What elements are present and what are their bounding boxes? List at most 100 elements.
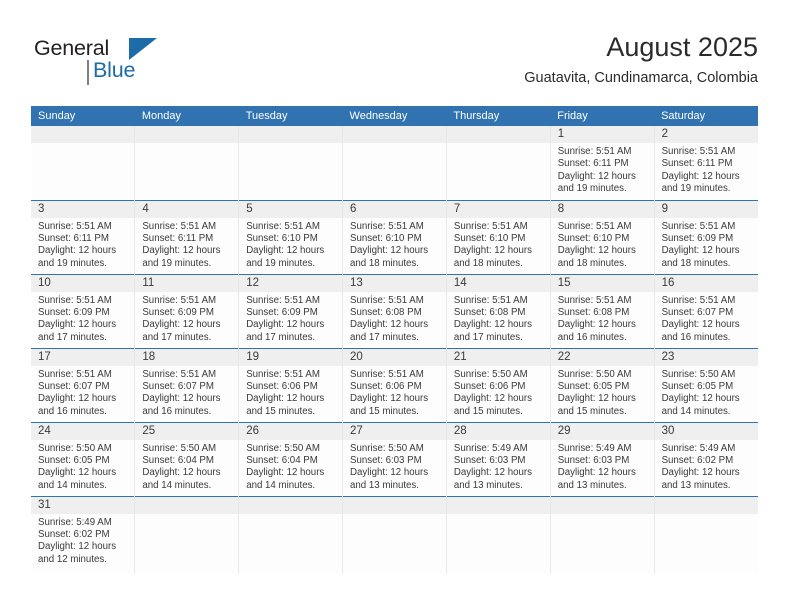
sunset-text: Sunset: 6:03 PM (557, 454, 630, 466)
calendar-day-cell[interactable]: 24 Sunrise: 5:50 AM Sunset: 6:05 PM Dayligh… (31, 421, 135, 496)
calendar-day-cell[interactable]: 29 Sunrise: 5:49 AM Sunset: 6:03 PM Dayligh… (549, 421, 655, 496)
calendar-day-cell[interactable]: 18 Sunrise: 5:51 AM Sunset: 6:07 PM Dayligh… (134, 347, 239, 422)
daylight-text-line2: and 19 minutes. (661, 183, 731, 195)
sunrise-text: Sunrise: 5:51 AM (350, 368, 424, 380)
day-number: 7 (446, 200, 550, 218)
day-sun-info: Sunrise: 5:49 AM Sunset: 6:03 PM Daylight:… (551, 440, 654, 493)
daylight-text-line1: Daylight: 12 hours (557, 393, 636, 405)
day-number: 28 (446, 422, 550, 440)
daylight-text-line2: and 15 minutes. (557, 405, 627, 417)
calendar-day-cell[interactable]: 19 Sunrise: 5:51 AM Sunset: 6:06 PM Dayligh… (238, 347, 343, 422)
day-sun-info: Sunrise: 5:51 AM Sunset: 6:11 PM Daylight:… (655, 143, 758, 196)
daylight-text-line2: and 19 minutes. (38, 257, 107, 269)
daylight-text-line1: Daylight: 12 hours (246, 319, 325, 331)
sunset-text: Sunset: 6:04 PM (246, 454, 318, 466)
sunset-text: Sunset: 6:10 PM (453, 232, 526, 244)
calendar-day-cell[interactable]: 26 Sunrise: 5:50 AM Sunset: 6:04 PM Dayligh… (238, 421, 343, 496)
calendar-day-cell[interactable]: 2 Sunrise: 5:51 AM Sunset: 6:11 PM Daylight… (653, 126, 758, 200)
column-header-tuesday: Tuesday (238, 106, 343, 126)
sunrise-text: Sunrise: 5:51 AM (661, 220, 736, 232)
calendar-day-cell[interactable]: 30 Sunrise: 5:49 AM Sunset: 6:02 PM Dayligh… (653, 421, 758, 496)
calendar-day-cell[interactable]: 31 Sunrise: 5:49 AM Sunset: 6:02 PM Dayligh… (31, 495, 135, 574)
day-number (446, 126, 550, 143)
sunset-text: Sunset: 6:05 PM (38, 454, 110, 466)
calendar-day-cell[interactable]: 4 Sunrise: 5:51 AM Sunset: 6:11 PM Daylight… (134, 199, 239, 274)
brand-logo[interactable]: General Blue (34, 36, 244, 92)
calendar-day-cell[interactable]: 6 Sunrise: 5:51 AM Sunset: 6:10 PM Daylight… (342, 199, 447, 274)
calendar-day-cell[interactable]: 16 Sunrise: 5:51 AM Sunset: 6:07 PM Dayligh… (653, 273, 758, 348)
daylight-text-line1: Daylight: 12 hours (661, 245, 740, 257)
sunrise-text: Sunrise: 5:50 AM (350, 442, 424, 454)
calendar-cell-empty (445, 495, 551, 574)
daylight-text-line1: Daylight: 12 hours (557, 467, 636, 479)
day-number (343, 496, 446, 514)
calendar-day-cell[interactable]: 7 Sunrise: 5:51 AM Sunset: 6:10 PM Daylight… (445, 199, 551, 274)
day-sun-info: Sunrise: 5:49 AM Sunset: 6:02 PM Daylight:… (31, 514, 134, 567)
daylight-text-line1: Daylight: 12 hours (557, 319, 636, 331)
calendar-day-cell[interactable]: 20 Sunrise: 5:51 AM Sunset: 6:06 PM Dayligh… (342, 347, 447, 422)
day-sun-info: Sunrise: 5:51 AM Sunset: 6:07 PM Daylight:… (31, 366, 134, 419)
calendar-day-cell[interactable]: 1 Sunrise: 5:51 AM Sunset: 6:11 PM Daylight… (549, 126, 655, 200)
sunset-text: Sunset: 6:05 PM (661, 380, 734, 392)
calendar-day-cell[interactable]: 23 Sunrise: 5:50 AM Sunset: 6:05 PM Dayligh… (653, 347, 758, 422)
day-number (135, 496, 239, 514)
calendar-day-cell[interactable]: 14 Sunrise: 5:51 AM Sunset: 6:08 PM Dayligh… (445, 273, 551, 348)
day-sun-info: Sunrise: 5:51 AM Sunset: 6:11 PM Daylight:… (551, 143, 654, 196)
calendar-day-cell[interactable]: 27 Sunrise: 5:50 AM Sunset: 6:03 PM Dayligh… (342, 421, 447, 496)
sunrise-text: Sunrise: 5:50 AM (453, 368, 528, 380)
calendar-day-cell[interactable]: 3 Sunrise: 5:51 AM Sunset: 6:11 PM Daylight… (31, 199, 135, 274)
sunrise-text: Sunrise: 5:51 AM (661, 146, 736, 157)
day-number (31, 126, 135, 143)
sunrise-text: Sunrise: 5:51 AM (661, 294, 736, 306)
daylight-text-line2: and 16 minutes. (557, 331, 627, 343)
calendar-day-cell[interactable]: 10 Sunrise: 5:51 AM Sunset: 6:09 PM Dayligh… (31, 273, 135, 348)
day-number: 26 (239, 422, 343, 440)
sunset-text: Sunset: 6:09 PM (661, 232, 734, 244)
calendar-day-cell[interactable]: 21 Sunrise: 5:50 AM Sunset: 6:06 PM Dayligh… (445, 347, 551, 422)
sunset-text: Sunset: 6:07 PM (661, 306, 734, 318)
daylight-text-line1: Daylight: 12 hours (246, 393, 325, 405)
calendar-cell-empty (134, 126, 239, 200)
title-block: August 2025 Guatavita, Cundinamarca, Col… (524, 30, 758, 88)
daylight-text-line2: and 14 minutes. (661, 405, 731, 417)
day-number: 12 (239, 274, 343, 292)
day-number: 21 (446, 348, 550, 366)
calendar-day-cell[interactable]: 9 Sunrise: 5:51 AM Sunset: 6:09 PM Daylight… (653, 199, 758, 274)
day-number: 16 (654, 274, 758, 292)
sunset-text: Sunset: 6:09 PM (38, 306, 110, 318)
day-number: 9 (654, 200, 758, 218)
day-number: 4 (135, 200, 239, 218)
day-sun-info: Sunrise: 5:51 AM Sunset: 6:09 PM Daylight:… (31, 292, 134, 345)
sunset-text: Sunset: 6:03 PM (350, 454, 422, 466)
daylight-text-line1: Daylight: 12 hours (350, 319, 429, 331)
day-number: 19 (239, 348, 343, 366)
calendar-day-cell[interactable]: 15 Sunrise: 5:51 AM Sunset: 6:08 PM Dayligh… (549, 273, 655, 348)
day-number (550, 496, 654, 514)
day-sun-info: Sunrise: 5:51 AM Sunset: 6:06 PM Daylight:… (343, 366, 446, 419)
calendar-day-cell[interactable]: 5 Sunrise: 5:51 AM Sunset: 6:10 PM Daylight… (238, 199, 343, 274)
calendar-day-cell[interactable]: 28 Sunrise: 5:49 AM Sunset: 6:03 PM Dayligh… (445, 421, 551, 496)
daylight-text-line1: Daylight: 12 hours (453, 319, 532, 331)
day-number: 3 (31, 200, 135, 218)
column-header-saturday: Saturday (654, 106, 758, 126)
daylight-text-line2: and 13 minutes. (350, 479, 419, 491)
calendar-header-row: Sunday Monday Tuesday Wednesday Thursday Frid… (31, 106, 758, 126)
day-sun-info: Sunrise: 5:51 AM Sunset: 6:09 PM Daylight:… (239, 292, 342, 345)
calendar-day-cell[interactable]: 11 Sunrise: 5:51 AM Sunset: 6:09 PM Dayligh… (134, 273, 239, 348)
sunset-text: Sunset: 6:06 PM (246, 380, 318, 392)
calendar-day-cell[interactable]: 13 Sunrise: 5:51 AM Sunset: 6:08 PM Dayligh… (342, 273, 447, 348)
day-sun-info: Sunrise: 5:50 AM Sunset: 6:04 PM Daylight:… (239, 440, 342, 493)
daylight-text-line2: and 18 minutes. (350, 257, 419, 269)
sunrise-text: Sunrise: 5:51 AM (142, 294, 217, 306)
calendar-day-cell[interactable]: 17 Sunrise: 5:51 AM Sunset: 6:07 PM Dayligh… (31, 347, 135, 422)
calendar-day-cell[interactable]: 12 Sunrise: 5:51 AM Sunset: 6:09 PM Dayligh… (238, 273, 343, 348)
daylight-text-line2: and 16 minutes. (661, 331, 731, 343)
daylight-text-line2: and 15 minutes. (350, 405, 419, 417)
sunrise-text: Sunrise: 5:50 AM (38, 442, 112, 454)
day-sun-info: Sunrise: 5:50 AM Sunset: 6:06 PM Daylight:… (447, 366, 550, 419)
calendar-day-cell[interactable]: 8 Sunrise: 5:51 AM Sunset: 6:10 PM Daylight… (549, 199, 655, 274)
sunset-text: Sunset: 6:10 PM (350, 232, 422, 244)
day-sun-info: Sunrise: 5:50 AM Sunset: 6:05 PM Daylight:… (551, 366, 654, 419)
calendar-day-cell[interactable]: 25 Sunrise: 5:50 AM Sunset: 6:04 PM Dayligh… (134, 421, 239, 496)
calendar-day-cell[interactable]: 22 Sunrise: 5:50 AM Sunset: 6:05 PM Dayligh… (549, 347, 655, 422)
